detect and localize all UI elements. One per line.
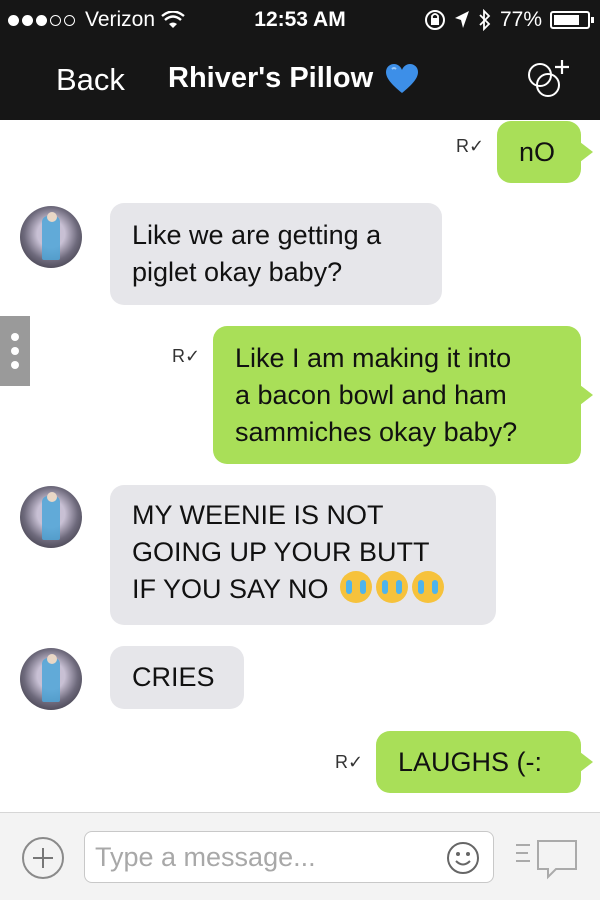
group-add-icon[interactable]: [518, 58, 574, 98]
outgoing-message[interactable]: nO: [497, 121, 593, 183]
message-line: a bacon bowl and ham: [235, 380, 507, 410]
message-line: sammiches okay baby?: [235, 417, 518, 447]
rotation-lock-icon: [424, 10, 445, 30]
message-composer: [0, 812, 600, 900]
crying-face-icon: [376, 571, 409, 603]
avatar[interactable]: [20, 648, 82, 710]
side-menu-handle[interactable]: [0, 316, 30, 386]
blue-heart-icon: [386, 63, 419, 93]
add-attachment-button[interactable]: [22, 837, 64, 879]
crying-face-icon: [412, 571, 445, 603]
chat-title-text: Rhiver's Pillow: [168, 62, 374, 94]
read-receipt: R✓: [172, 346, 201, 366]
message-text: nO: [519, 137, 556, 167]
message-line: piglet okay baby?: [132, 257, 343, 287]
battery-icon: [550, 11, 594, 29]
message-line: Like I am making it into: [235, 343, 512, 373]
chat-title: Rhiver's Pillow: [168, 62, 419, 95]
chat-header: Back Rhiver's Pillow: [0, 40, 600, 120]
incoming-message[interactable]: CRIES: [110, 646, 244, 709]
smiley-icon[interactable]: [446, 841, 480, 875]
bluetooth-icon: [479, 9, 491, 31]
message-list: R✓ nO Like we are getting a piglet okay …: [0, 120, 600, 812]
message-text: LAUGHS (-:: [398, 747, 543, 777]
status-icons: 77%: [424, 8, 594, 32]
message-line: IF YOU SAY NO: [132, 574, 329, 604]
incoming-message[interactable]: MY WEENIE IS NOT GOING UP YOUR BUTT IF Y…: [110, 485, 496, 625]
message-line: GOING UP YOUR BUTT: [132, 537, 430, 567]
battery-percent: 77%: [499, 8, 542, 31]
read-receipt: R✓: [335, 752, 364, 772]
incoming-message[interactable]: Like we are getting a piglet okay baby?: [110, 203, 442, 305]
avatar[interactable]: [20, 206, 82, 268]
crying-face-icon: [340, 571, 373, 603]
read-receipt: R✓: [456, 136, 485, 156]
location-icon: [454, 11, 469, 28]
outgoing-message[interactable]: Like I am making it into a bacon bowl an…: [213, 326, 593, 464]
message-input[interactable]: [84, 831, 494, 883]
back-button[interactable]: Back: [56, 62, 125, 98]
message-line: Like we are getting a: [132, 220, 382, 250]
message-text: CRIES: [132, 662, 215, 692]
message-line: MY WEENIE IS NOT: [132, 500, 384, 530]
outgoing-message[interactable]: LAUGHS (-:: [376, 731, 593, 793]
avatar[interactable]: [20, 486, 82, 548]
send-icon[interactable]: [514, 837, 580, 881]
status-bar: Verizon 12:53 AM 77%: [0, 0, 600, 40]
